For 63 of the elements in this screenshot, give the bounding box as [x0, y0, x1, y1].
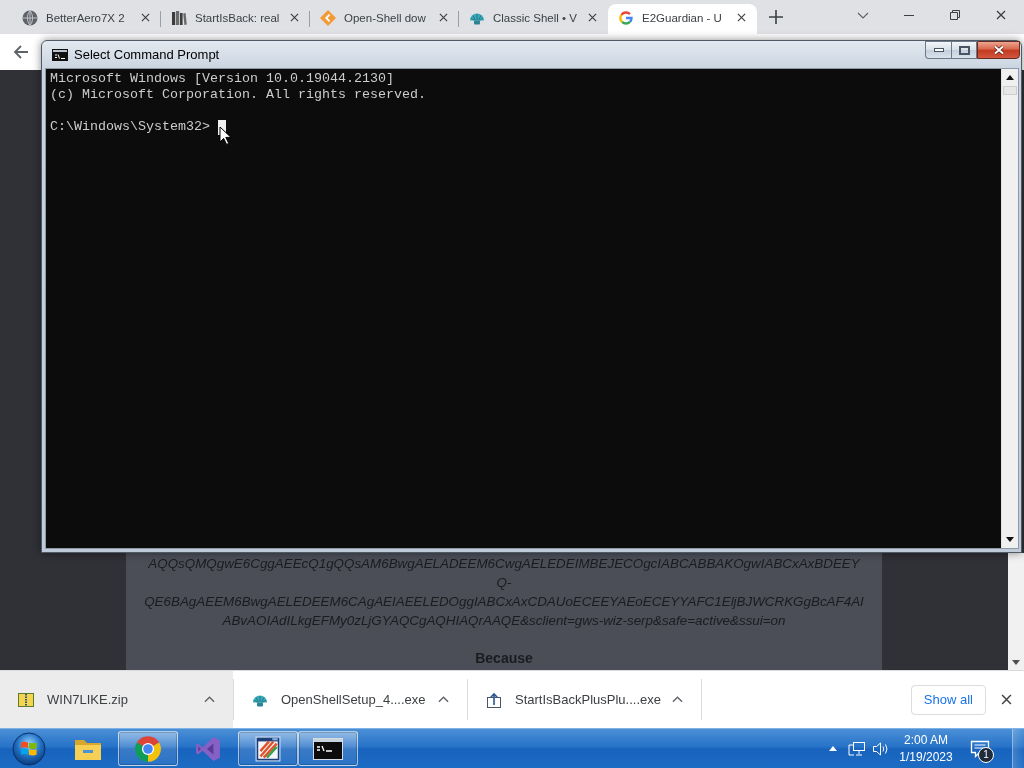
close-icon [736, 13, 746, 22]
installer-icon [486, 691, 502, 708]
download-item[interactable]: StartIsBackPlusPlu....exe [468, 671, 701, 728]
paint-window-icon [255, 735, 281, 762]
maximize-button[interactable] [951, 41, 977, 59]
browser-tab[interactable]: Open-Shell dow [310, 4, 459, 34]
maximize-icon [958, 45, 970, 55]
plus-icon [769, 10, 783, 24]
page-scrollbar[interactable] [1008, 553, 1024, 670]
notification-count-badge: 1 [978, 747, 994, 763]
network-icon [848, 740, 866, 757]
taskbar-button[interactable] [238, 731, 298, 766]
close-icon [992, 45, 1005, 55]
minimize-icon [904, 14, 914, 16]
scrollbar-thumb[interactable] [1003, 86, 1017, 95]
browser-tab[interactable]: StartIsBack: real [161, 4, 310, 34]
download-item[interactable]: OpenShellSetup_4....exe [234, 671, 467, 728]
start-orb-icon [12, 731, 46, 766]
close-icon [587, 13, 597, 22]
console-prompt: C:\Windows\System32> [50, 119, 210, 135]
console-line: (c) Microsoft Corporation. All rights reserved. [50, 87, 427, 103]
minimize-icon [933, 48, 944, 52]
minimize-button[interactable] [925, 41, 951, 59]
browser-tab[interactable]: Classic Shell • V [459, 4, 608, 34]
up-arrow-icon [1006, 75, 1014, 80]
caret-up-icon [203, 696, 215, 703]
show-desktop-button[interactable] [1012, 729, 1024, 768]
mouse-pointer-icon [218, 125, 231, 145]
console-line: Microsoft Windows [Version 10.0.19044.2130] [50, 71, 395, 87]
close-window-button[interactable] [977, 41, 1020, 59]
down-arrow-icon [1012, 660, 1020, 665]
browser-tab[interactable]: BetterAero7X 2 [12, 4, 161, 34]
close-icon [140, 13, 150, 22]
clock-date: 1/19/2023 [899, 748, 953, 766]
diamond-icon [320, 9, 336, 26]
browser-tab[interactable]: E2Guardian - U [608, 4, 757, 34]
ribbon-logo-icon [195, 735, 221, 762]
back-arrow-icon [13, 44, 29, 60]
taskbar-button[interactable] [298, 731, 358, 766]
download-item[interactable]: WIN7LIKE.zip [0, 671, 233, 728]
caret-up-icon [671, 696, 683, 703]
chevron-down-icon [857, 11, 869, 19]
clock-time: 2:00 AM [904, 731, 948, 749]
globe-icon [22, 9, 38, 26]
close-icon [996, 10, 1006, 20]
down-arrow-icon [1006, 537, 1014, 542]
close-icon [438, 13, 448, 22]
g-logo-icon [618, 9, 634, 26]
window-title: Select Command Prompt [74, 47, 220, 62]
restore-icon [950, 10, 960, 20]
terminal-icon [313, 737, 343, 760]
close-icon [289, 13, 299, 22]
ring-logo-icon [134, 734, 162, 763]
caret-up-icon [437, 696, 449, 703]
console-icon [52, 48, 68, 61]
message-icon [970, 739, 990, 758]
books-icon [171, 9, 187, 26]
speaker-icon [872, 740, 890, 757]
chevron-up-icon [829, 746, 837, 751]
close-icon [1000, 694, 1012, 705]
show-all-button[interactable]: Show all [910, 684, 986, 715]
archive-icon [18, 691, 34, 708]
console-scrollbar[interactable] [1001, 69, 1018, 548]
